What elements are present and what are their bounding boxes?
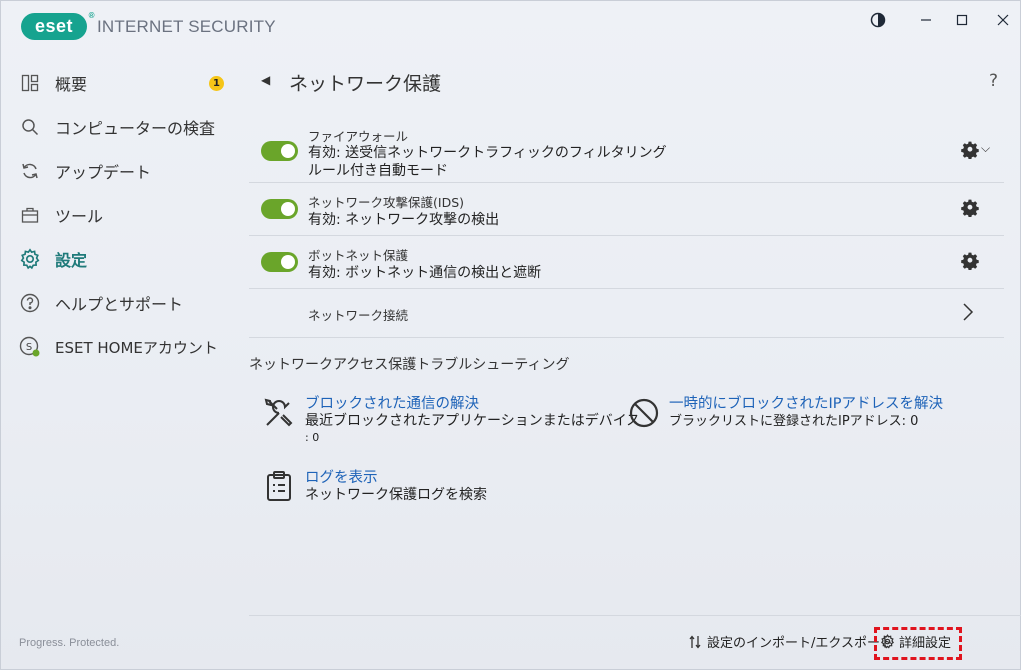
gear-icon — [19, 248, 41, 270]
sidebar-item-label: ヘルプとサポート — [55, 295, 184, 314]
registered-mark: ® — [88, 11, 95, 20]
row-status: 有効: ネットワーク攻撃の検出 — [308, 212, 500, 228]
gear-icon[interactable] — [961, 252, 979, 271]
ids-row: ネットワーク攻撃保護(IDS) 有効: ネットワーク攻撃の検出 — [249, 183, 1004, 236]
back-arrow-icon[interactable]: ◀ — [261, 73, 270, 87]
sidebar-item-overview[interactable]: 概要 1 — [19, 66, 229, 100]
notification-badge: 1 — [209, 76, 224, 91]
footer-divider — [249, 615, 1021, 616]
gear-icon[interactable] — [961, 199, 979, 218]
ids-toggle[interactable] — [261, 199, 298, 219]
gear-icon[interactable] — [961, 141, 979, 160]
overview-icon — [19, 72, 41, 94]
app-window: eset ® INTERNET SECURITY 概要 1 コンピューターの検査… — [0, 0, 1021, 670]
account-icon: S — [19, 336, 41, 358]
row-title: ネットワーク接続 — [308, 308, 409, 323]
botnet-row: ボットネット保護 有効: ボットネット通信の検出と遮断 — [249, 236, 1004, 289]
close-icon[interactable] — [986, 9, 1020, 31]
sidebar-item-settings[interactable]: 設定 — [19, 242, 229, 276]
help-button[interactable]: ? — [989, 71, 998, 91]
row-mode: ルール付き自動モード — [308, 163, 448, 179]
contrast-icon[interactable] — [861, 9, 895, 31]
sidebar-item-scan[interactable]: コンピューターの検査 — [19, 110, 229, 144]
sidebar-item-update[interactable]: アップデート — [19, 154, 229, 188]
sidebar-item-label: コンピューターの検査 — [55, 119, 216, 138]
chevron-right-icon — [962, 302, 974, 326]
refresh-icon — [19, 160, 41, 182]
row-status: 有効: 送受信ネットワークトラフィックのフィルタリング — [308, 145, 667, 161]
blocked-count: : 0 — [305, 431, 320, 444]
logo-text: eset — [34, 16, 74, 36]
sidebar-item-tools[interactable]: ツール — [19, 198, 229, 232]
page-title: ネットワーク保護 — [289, 73, 442, 95]
import-export-label: 設定のインポート/エクスポート — [707, 636, 893, 651]
search-icon — [19, 116, 41, 138]
eset-logo: eset ® — [21, 11, 94, 40]
product-name: INTERNET SECURITY — [97, 17, 276, 36]
firewall-toggle[interactable] — [261, 141, 298, 161]
sidebar-item-label: 設定 — [55, 251, 88, 270]
botnet-toggle[interactable] — [261, 252, 298, 272]
highlight-box — [874, 627, 962, 660]
clipboard-log-icon — [263, 470, 295, 502]
maximize-icon[interactable] — [945, 9, 979, 31]
tagline: Progress. Protected. — [19, 637, 120, 649]
resolve-blocked-desc: 最近ブロックされたアプリケーションまたはデバイス — [305, 413, 641, 429]
title-bar: eset ® INTERNET SECURITY — [1, 1, 1020, 51]
chevron-down-icon[interactable]: ⌵ — [981, 141, 990, 156]
block-icon — [628, 397, 660, 429]
svg-text:S: S — [26, 342, 32, 353]
import-export-button[interactable]: 設定のインポート/エクスポート — [689, 632, 893, 651]
help-icon — [19, 292, 41, 314]
sidebar-item-account[interactable]: S ESET HOMEアカウント — [19, 330, 229, 364]
sidebar-item-label: ツール — [55, 207, 104, 226]
sidebar-item-label: ESET HOMEアカウント — [55, 338, 218, 357]
import-export-icon — [689, 634, 701, 649]
toolbox-icon — [19, 204, 41, 226]
network-connections-row[interactable]: ネットワーク接続 — [249, 289, 1004, 338]
minimize-icon[interactable] — [909, 9, 943, 31]
sidebar-item-label: 概要 — [55, 75, 88, 94]
section-title: ネットワークアクセス保護トラブルシューティング — [249, 357, 570, 373]
resolve-ip-desc: ブラックリストに登録されたIPアドレス: 0 — [669, 414, 919, 429]
sidebar-item-help[interactable]: ヘルプとサポート — [19, 286, 229, 320]
show-log-desc: ネットワーク保護ログを検索 — [305, 487, 487, 503]
wrench-screwdriver-icon — [263, 397, 295, 429]
row-status: 有効: ボットネット通信の検出と遮断 — [308, 265, 542, 281]
sidebar-item-label: アップデート — [55, 163, 152, 182]
firewall-row: ファイアウォール 有効: 送受信ネットワークトラフィックのフィルタリング ルール… — [249, 121, 1004, 183]
